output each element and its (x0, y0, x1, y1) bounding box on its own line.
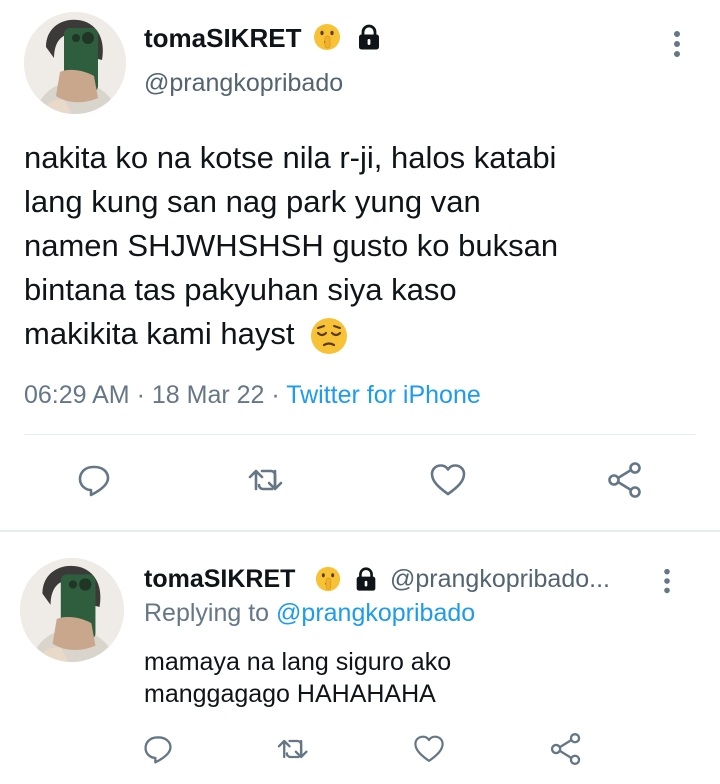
tweet-meta: 06:29 AM · 18 Mar 22 · Twitter for iPhon… (24, 380, 481, 410)
meta-dot: · (271, 381, 280, 409)
replying-to-label: Replying to (144, 599, 270, 627)
like-icon (430, 464, 466, 496)
like-button[interactable] (428, 462, 468, 498)
retweet-button[interactable] (276, 733, 312, 765)
reply-author-handle[interactable]: @prangkopribado... (390, 564, 610, 594)
author-handle[interactable]: @prangkopribado (144, 68, 343, 98)
shushing-face-icon (314, 565, 342, 593)
reply-icon (144, 736, 172, 764)
reply-text: mamaya na lang siguro ako manggagago HAH… (144, 646, 451, 710)
shushing-face-icon (312, 22, 342, 52)
retweet-button[interactable] (247, 462, 287, 498)
replying-to: Replying to @prangkopribado (144, 598, 475, 628)
author-name-text[interactable]: tomaSIKRET (144, 23, 301, 53)
reply-header: tomaSIKRET (144, 564, 295, 594)
retweet-icon (277, 739, 308, 759)
author-name[interactable]: tomaSIKRET (144, 22, 301, 54)
tweet-text-line: makikita kami hayst (24, 312, 558, 356)
like-icon (414, 735, 444, 763)
tweet-time[interactable]: 06:29 AM (24, 381, 130, 409)
section-divider (0, 530, 720, 532)
share-button[interactable] (605, 460, 645, 500)
lock-icon (354, 22, 384, 57)
reply-button[interactable] (142, 733, 174, 765)
reply-button[interactable] (76, 462, 112, 498)
replying-to-handle[interactable]: @prangkopribado (276, 599, 475, 627)
reply-text-line: manggagago HAHAHAHA (144, 680, 436, 708)
retweet-icon (248, 469, 283, 491)
avatar[interactable] (24, 12, 126, 114)
tweet-source-link[interactable]: Twitter for iPhone (286, 381, 481, 409)
divider (24, 434, 696, 435)
tweet-text: nakita ko na kotse nila r-ji, halos kata… (24, 136, 558, 356)
share-icon (550, 732, 581, 766)
more-options-icon[interactable] (660, 566, 674, 596)
reply-icon (78, 465, 110, 497)
more-options-icon[interactable] (670, 28, 684, 60)
meta-dot: · (136, 381, 145, 409)
share-icon (608, 462, 641, 498)
pensive-face-icon (309, 316, 349, 356)
tweet-text-line: namen SHJWHSHSH gusto ko buksan (24, 228, 559, 263)
tweet-text-last-line: makikita kami hayst (24, 316, 295, 351)
lock-icon (352, 565, 380, 598)
avatar[interactable] (20, 558, 124, 662)
tweet-date[interactable]: 18 Mar 22 (152, 381, 265, 409)
like-button[interactable] (412, 733, 446, 765)
tweet-text-line: lang kung san nag park yung van (24, 184, 481, 219)
reply-author-name[interactable]: tomaSIKRET (144, 565, 295, 593)
share-button[interactable] (548, 731, 584, 767)
tweet-text-line: bintana tas pakyuhan siya kaso (24, 272, 457, 307)
tweet-text-line: nakita ko na kotse nila r-ji, halos kata… (24, 140, 557, 175)
reply-text-line: mamaya na lang siguro ako (144, 648, 452, 676)
